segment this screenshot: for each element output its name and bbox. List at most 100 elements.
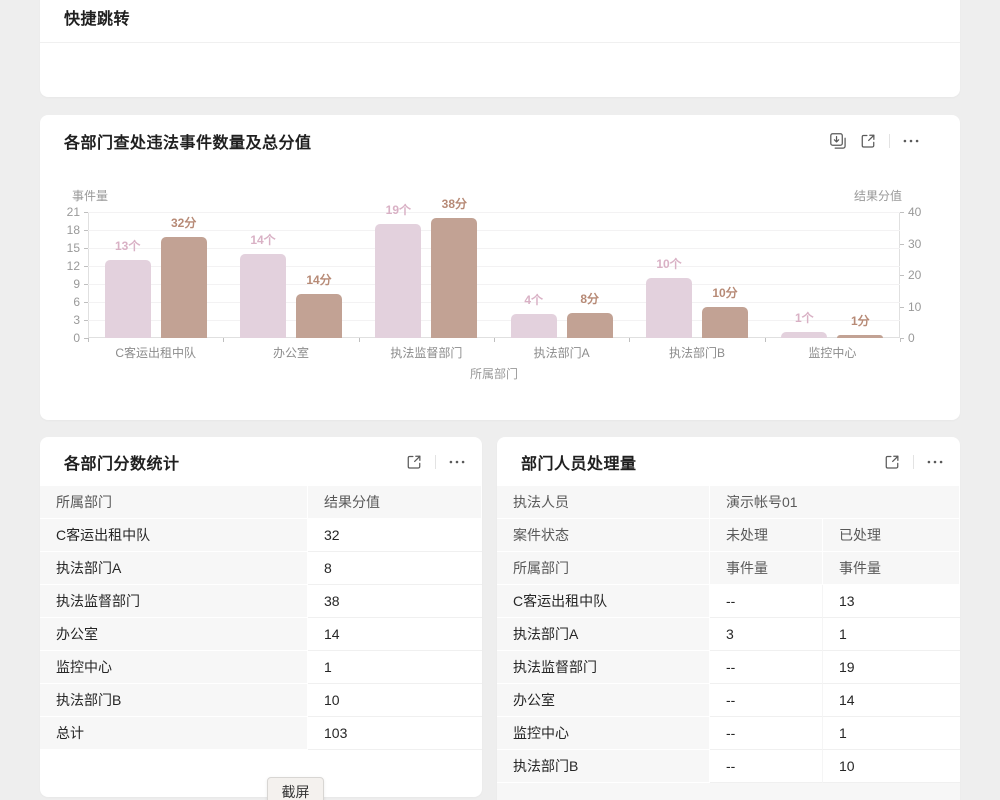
- category-label: 办公室: [223, 344, 358, 361]
- left-axis-tickmark: [84, 302, 88, 303]
- table-header-cell: 结果分值: [308, 486, 482, 519]
- table-cell: --: [710, 585, 823, 618]
- bar-value-label: 8分: [555, 291, 625, 307]
- table-cell: 执法部门B: [497, 750, 710, 783]
- right-axis-tick: 20: [908, 267, 948, 283]
- gridline: [88, 302, 900, 303]
- actions-divider: [435, 455, 436, 469]
- quick-jump-header: 快捷跳转: [40, 0, 960, 43]
- staff-table-card: 部门人员处理量 执法: [497, 437, 960, 800]
- table-cell: --: [710, 750, 823, 783]
- table-row: 执法监督部门38: [40, 585, 482, 618]
- table-row: 执法部门B--10: [497, 750, 960, 783]
- bar-结果分值: [837, 335, 883, 338]
- right-axis-tickmark: [900, 275, 904, 276]
- score-card-actions: [405, 453, 466, 471]
- table-cell: 总计: [40, 717, 308, 750]
- quick-jump-card: 快捷跳转: [40, 0, 960, 97]
- score-table: 所属部门结果分值C客运出租中队32执法部门A8执法监督部门38办公室14监控中心…: [40, 486, 482, 750]
- bar-结果分值: [161, 237, 207, 338]
- staff-card-header: 部门人员处理量: [497, 437, 960, 486]
- table-cell: C客运出租中队: [40, 519, 308, 552]
- category-label: 执法部门B: [629, 344, 764, 361]
- chart-card: 各部门查处违法事件数量及总分值: [40, 115, 960, 420]
- table-cell: 19: [823, 651, 960, 684]
- table-cell: 8: [308, 552, 482, 585]
- table-cell: 3: [710, 618, 823, 651]
- x-axis-tickmark: [765, 338, 766, 342]
- table-cell: 办公室: [497, 684, 710, 717]
- bar-事件量: [105, 260, 151, 338]
- dashboard-page: 快捷跳转 各部门查处违法事件数量及总分值: [0, 0, 1000, 800]
- table-header-cell: 所属部门: [40, 486, 308, 519]
- table-cell: C客运出租中队: [497, 585, 710, 618]
- table-cell: --: [710, 651, 823, 684]
- bar-chart: 事件量 结果分值 所属部门 03691215182101020304013个32…: [40, 115, 960, 420]
- category-label: 执法监督部门: [359, 344, 494, 361]
- left-axis-tick: 15: [40, 240, 80, 256]
- table-row: 办公室14: [40, 618, 482, 651]
- bar-事件量: [375, 224, 421, 338]
- bar-value-label: 10个: [634, 256, 704, 272]
- table-header-row: 案件状态未处理已处理: [497, 519, 960, 552]
- table-header-cell: 事件量: [823, 552, 960, 585]
- right-axis-title: 结果分值: [854, 187, 902, 204]
- table-row: 执法部门A31: [497, 618, 960, 651]
- gridline: [88, 284, 900, 285]
- table-cell: 执法部门A: [40, 552, 308, 585]
- right-axis-tickmark: [900, 307, 904, 308]
- table-header-cell: 案件状态: [497, 519, 710, 552]
- right-axis-tick: 40: [908, 204, 948, 220]
- bar-结果分值: [567, 313, 613, 338]
- left-axis-tickmark: [84, 266, 88, 267]
- table-row: 监控中心1: [40, 651, 482, 684]
- left-axis-tick: 12: [40, 258, 80, 274]
- right-axis-tick: 0: [908, 330, 948, 346]
- x-axis-tickmark: [223, 338, 224, 342]
- left-axis-tickmark: [84, 320, 88, 321]
- x-axis-title: 所属部门: [88, 365, 900, 382]
- bar-value-label: 38分: [419, 196, 489, 212]
- table-header-row: 所属部门结果分值: [40, 486, 482, 519]
- more-icon[interactable]: [448, 453, 466, 471]
- table-header-cell: 演示帐号01: [710, 486, 960, 519]
- table-row: C客运出租中队32: [40, 519, 482, 552]
- bar-事件量: [511, 314, 557, 338]
- right-axis-tick: 30: [908, 236, 948, 252]
- table-row: 监控中心--1: [497, 717, 960, 750]
- right-axis-tickmark: [900, 244, 904, 245]
- left-axis-tick: 6: [40, 294, 80, 310]
- category-label: C客运出租中队: [88, 344, 223, 361]
- table-row: 总计103: [40, 717, 482, 750]
- table-row: 办公室--14: [497, 684, 960, 717]
- table-row: 执法监督部门--19: [497, 651, 960, 684]
- bar-结果分值: [296, 294, 342, 338]
- more-icon[interactable]: [926, 453, 944, 471]
- table-cell: 1: [823, 618, 960, 651]
- table-cell: 监控中心: [497, 717, 710, 750]
- expand-icon[interactable]: [405, 453, 423, 471]
- table-cell: 执法部门A: [497, 618, 710, 651]
- table-cell: 32: [308, 519, 482, 552]
- table-row: C客运出租中队--13: [497, 585, 960, 618]
- bar-value-label: 14个: [228, 232, 298, 248]
- staff-card-title: 部门人员处理量: [521, 450, 637, 474]
- screenshot-button[interactable]: 截屏: [267, 777, 324, 800]
- left-axis-tickmark: [84, 284, 88, 285]
- table-header-row: 所属部门事件量事件量: [497, 552, 960, 585]
- table-header-cell: 执法人员: [497, 486, 710, 519]
- table-cell: 103: [308, 717, 482, 750]
- x-axis-tickmark: [359, 338, 360, 342]
- left-axis-tick: 18: [40, 222, 80, 238]
- table-header-cell: 所属部门: [497, 552, 710, 585]
- right-axis-tick: 10: [908, 299, 948, 315]
- x-axis-tickmark: [900, 338, 901, 342]
- score-table-card: 各部门分数统计 所属: [40, 437, 482, 797]
- table-cell: 1: [823, 717, 960, 750]
- expand-icon[interactable]: [883, 453, 901, 471]
- left-axis-tickmark: [84, 248, 88, 249]
- bar-value-label: 14分: [284, 272, 354, 288]
- bar-value-label: 10分: [690, 285, 760, 301]
- left-axis-tickmark: [84, 230, 88, 231]
- table-cell: 13: [823, 585, 960, 618]
